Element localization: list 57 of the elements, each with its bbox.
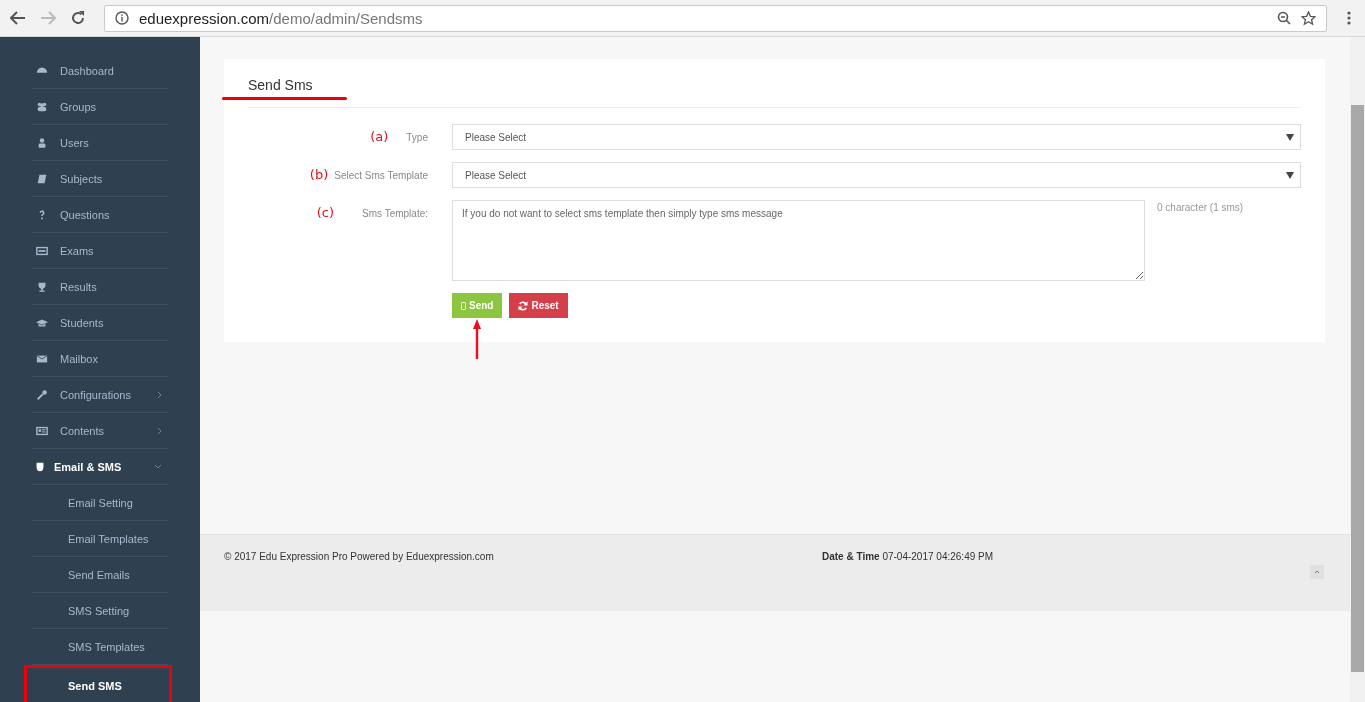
sidebar-item[interactable]: Dashboard bbox=[32, 53, 168, 89]
select-field[interactable]: Please Select bbox=[452, 124, 1301, 150]
address-bar[interactable]: eduexpression.com/demo/admin/Sendsms bbox=[104, 4, 1327, 32]
url-text: eduexpression.com/demo/admin/Sendsms bbox=[139, 9, 423, 27]
reset-button[interactable]: Reset bbox=[509, 293, 568, 318]
back-icon[interactable] bbox=[10, 11, 26, 25]
annotation-label: (b) bbox=[309, 168, 329, 181]
card-icon bbox=[36, 244, 48, 257]
date-time-text: Date & Time 07-04-2017 04:26:49 PM bbox=[822, 551, 994, 562]
zoom-icon[interactable] bbox=[1277, 11, 1291, 25]
field-label: Type bbox=[406, 131, 428, 143]
reload-icon[interactable] bbox=[70, 10, 86, 26]
wrench-icon bbox=[36, 388, 48, 401]
sidebar-item[interactable]: Users bbox=[32, 125, 168, 161]
scrollbar-thumb[interactable] bbox=[1351, 105, 1364, 672]
scrollbar[interactable] bbox=[1350, 37, 1365, 702]
info-icon bbox=[115, 11, 129, 25]
submenu-item[interactable]: Email Templates bbox=[32, 521, 168, 557]
select-field[interactable]: Please Select bbox=[452, 162, 1301, 188]
sidebar-item[interactable]: Questions bbox=[32, 197, 168, 233]
dropdown-arrow-icon bbox=[1286, 133, 1294, 141]
shield-icon bbox=[34, 460, 46, 473]
sidebar-item[interactable]: Contents bbox=[32, 413, 168, 449]
user-icon bbox=[36, 136, 48, 149]
annotation-label: (c) bbox=[316, 206, 335, 219]
dropdown-arrow-icon bbox=[1286, 171, 1294, 179]
submenu-item[interactable]: Send Emails bbox=[32, 557, 168, 593]
field-label: Select Sms Template bbox=[334, 169, 428, 181]
submenu-item[interactable]: SMS Templates bbox=[32, 629, 168, 665]
chevron-down-icon bbox=[154, 464, 162, 469]
sidebar-item[interactable]: Results bbox=[32, 269, 168, 305]
submenu-item[interactable]: Email Setting bbox=[32, 485, 168, 521]
book-icon bbox=[36, 172, 48, 185]
trophy-icon bbox=[36, 280, 48, 293]
chevron-right-icon bbox=[157, 426, 162, 435]
menu-icon[interactable] bbox=[1347, 11, 1351, 25]
chevron-right-icon bbox=[157, 390, 162, 399]
sidebar-item[interactable]: Email & SMS bbox=[32, 449, 168, 485]
phone-icon bbox=[461, 301, 466, 310]
refresh-icon bbox=[518, 300, 529, 311]
annotation-label: (a) bbox=[370, 130, 389, 143]
submenu-item[interactable]: Send SMS bbox=[24, 665, 172, 702]
page-title: Send Sms bbox=[248, 76, 314, 93]
sidebar-item[interactable]: Configurations bbox=[32, 377, 168, 413]
newspaper-icon bbox=[36, 424, 48, 437]
copyright-text: © 2017 Edu Expression Pro Powered by Eduexpression.com bbox=[224, 551, 495, 562]
message-field[interactable]: If you do not want to select sms template then simply type sms message bbox=[452, 200, 1145, 281]
sidebar-item[interactable]: Subjects bbox=[32, 161, 168, 197]
sidebar-item[interactable]: Mailbox bbox=[32, 341, 168, 377]
sidebar-item[interactable]: Groups bbox=[32, 89, 168, 125]
character-counter: 0 character (1 sms) bbox=[1157, 201, 1244, 213]
field-label: Sms Template: bbox=[362, 207, 428, 219]
sidebar-item[interactable]: Students bbox=[32, 305, 168, 341]
sidebar-item[interactable]: Exams bbox=[32, 233, 168, 269]
star-icon[interactable] bbox=[1301, 10, 1316, 26]
envelope-icon bbox=[36, 352, 48, 365]
submenu-item[interactable]: SMS Setting bbox=[32, 593, 168, 629]
